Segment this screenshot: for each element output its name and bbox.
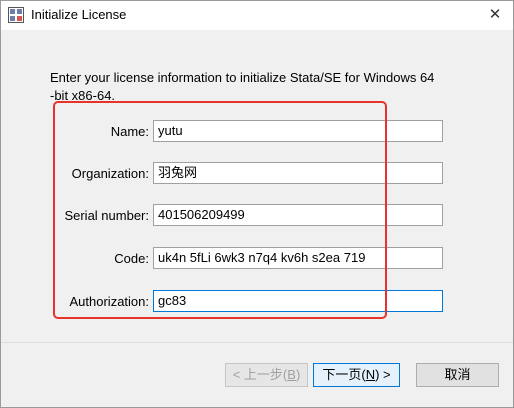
back-button[interactable]: < 上一步(B) — [225, 363, 308, 387]
stata-app-icon — [8, 7, 24, 23]
cancel-button[interactable]: 取消 — [416, 363, 499, 387]
dialog-body: Enter your license information to initia… — [1, 30, 513, 342]
next-button[interactable]: 下一页(N) > — [313, 363, 400, 387]
next-button-suffix: ) > — [375, 367, 391, 382]
back-button-mnemonic: B — [287, 367, 296, 382]
red-highlight-annotation — [53, 101, 387, 319]
window-title: Initialize License — [31, 7, 127, 22]
intro-line-1: Enter your license information to initia… — [50, 70, 435, 85]
intro-text: Enter your license information to initia… — [50, 69, 470, 105]
close-icon[interactable]: ✕ — [485, 5, 505, 25]
next-button-mnemonic: N — [365, 367, 376, 382]
initialize-license-dialog: Initialize License ✕ Enter your license … — [0, 0, 514, 408]
back-button-prefix: < 上一步( — [232, 367, 288, 382]
next-button-prefix: 下一页( — [322, 367, 366, 382]
dialog-footer: < 上一步(B) 下一页(N) > 取消 — [1, 343, 513, 407]
title-bar[interactable]: Initialize License ✕ — [1, 1, 513, 30]
back-button-suffix: ) — [295, 367, 301, 382]
